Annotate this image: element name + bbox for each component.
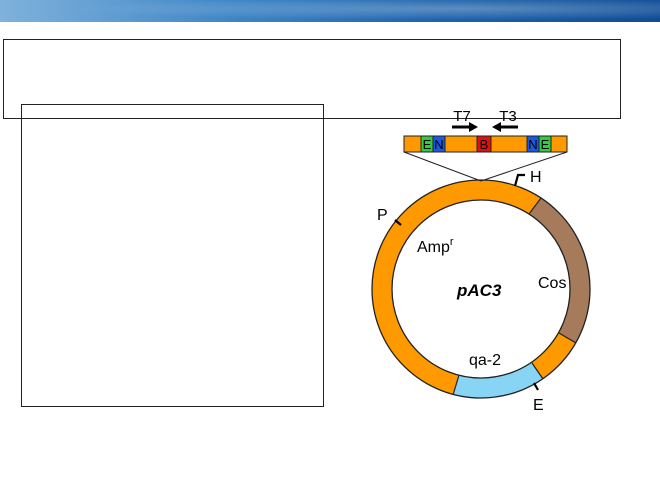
label-cos: Cos — [538, 275, 566, 292]
site-E-tick — [533, 382, 539, 391]
zoom-line-left — [403, 151, 482, 182]
label-H: H — [530, 169, 542, 186]
plasmid-name: pAC3 — [456, 281, 502, 300]
site-H-tick — [513, 173, 525, 187]
site-label-E-left: E — [423, 137, 432, 152]
primer-label-t3: T3 — [499, 108, 517, 125]
cos-segment — [529, 197, 590, 343]
plasmid-diagram: E N B N E T7 T3 P H E Ampr Cos qa-2 pAC3 — [371, 108, 591, 414]
site-label-E-right: E — [541, 137, 550, 152]
label-P: P — [377, 207, 388, 224]
site-label-B: B — [480, 137, 489, 152]
label-E: E — [533, 397, 544, 414]
label-qa2: qa-2 — [469, 352, 501, 369]
zoom-line-right — [480, 151, 568, 182]
label-ampr: Ampr — [417, 236, 454, 256]
primer-label-t7: T7 — [453, 108, 471, 125]
site-label-N-right: N — [528, 137, 537, 152]
qa2-segment — [453, 362, 543, 399]
site-label-N-left: N — [434, 137, 443, 152]
